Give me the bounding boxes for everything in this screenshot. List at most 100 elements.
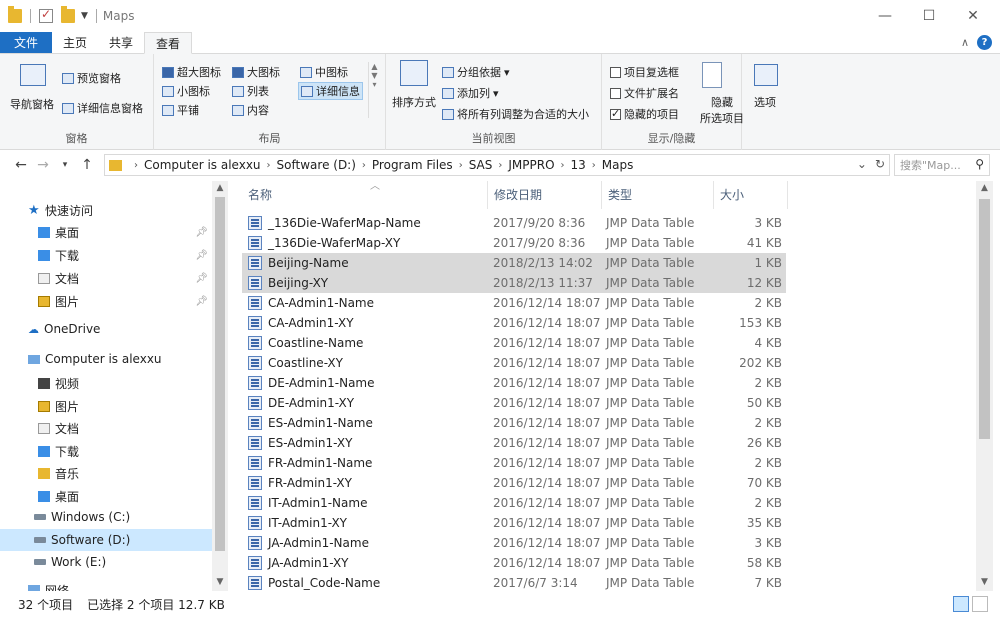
hide-selected-icon[interactable]: [702, 62, 722, 88]
chevron-right-icon[interactable]: ›: [362, 160, 366, 171]
scroll-down-icon[interactable]: ▼: [976, 577, 993, 587]
forward-arrow-icon[interactable]: →: [32, 157, 54, 173]
chevron-right-icon[interactable]: ›: [592, 160, 596, 171]
back-arrow-icon[interactable]: ←: [10, 157, 32, 173]
search-icon[interactable]: ⚲: [975, 157, 984, 171]
pin-icon[interactable]: 📌︎: [195, 273, 208, 284]
nav-pane-button[interactable]: 导航窗格: [10, 96, 54, 112]
nav-documents[interactable]: 文档: [38, 420, 79, 437]
file-extensions-checkbox[interactable]: [610, 87, 621, 99]
nav-network[interactable]: 网络: [28, 582, 69, 591]
address-bar[interactable]: › Computer is alexxu › Software (D:) › P…: [104, 154, 890, 176]
nav-pane-icon[interactable]: [20, 64, 46, 86]
nav-drive-c[interactable]: Windows (C:): [34, 510, 130, 524]
file-row[interactable]: CA-Admin1-Name 2016/12/14 18:07 JMP Data T…: [242, 293, 786, 313]
size-all-columns-button[interactable]: 将所有列调整为合适的大小: [442, 106, 589, 122]
preview-pane-button[interactable]: 预览窗格: [62, 70, 121, 86]
nav-pane-scrollbar[interactable]: ▲ ▼: [212, 181, 228, 591]
search-input[interactable]: 搜索"Map... ⚲: [894, 154, 990, 176]
layout-extra-large-icons[interactable]: 超大图标: [162, 64, 221, 80]
scroll-up-icon[interactable]: ▲: [212, 183, 228, 193]
chevron-right-icon[interactable]: ›: [459, 160, 463, 171]
close-button[interactable]: ✕: [950, 0, 996, 32]
breadcrumb-maps[interactable]: Maps: [602, 158, 634, 172]
chevron-right-icon[interactable]: ›: [267, 160, 271, 171]
nav-qa-downloads[interactable]: 下载 📌︎: [38, 247, 212, 264]
tab-share[interactable]: 共享: [98, 32, 144, 53]
file-row[interactable]: _136Die-WaferMap-Name 2017/9/20 8:36 JMP D…: [242, 213, 786, 233]
nav-scroll-thumb[interactable]: [215, 197, 225, 551]
column-header-type[interactable]: 类型: [602, 181, 714, 209]
item-checkboxes-checkbox[interactable]: [610, 66, 621, 78]
nav-videos[interactable]: 视频: [38, 375, 79, 392]
file-row[interactable]: IT-Admin1-Name 2016/12/14 18:07 JMP Data T…: [242, 493, 786, 513]
tab-home[interactable]: 主页: [52, 32, 98, 53]
item-checkboxes-toggle[interactable]: 项目复选框: [610, 64, 679, 80]
file-row[interactable]: _136Die-WaferMap-XY 2017/9/20 8:36 JMP Dat…: [242, 233, 786, 253]
nav-downloads[interactable]: 下载: [38, 443, 79, 460]
scroll-up-icon[interactable]: ▲: [976, 183, 993, 193]
layout-details[interactable]: 详细信息: [298, 82, 363, 100]
nav-drive-e[interactable]: Work (E:): [34, 555, 106, 569]
sort-by-icon[interactable]: [400, 60, 428, 86]
add-columns-button[interactable]: 添加列 ▾: [442, 85, 499, 101]
layout-large-icons[interactable]: 大图标: [232, 64, 280, 80]
nav-qa-pictures[interactable]: 图片 📌︎: [38, 293, 212, 310]
refresh-icon[interactable]: ↻: [875, 157, 885, 171]
file-row[interactable]: ES-Admin1-Name 2016/12/14 18:07 JMP Data T…: [242, 413, 786, 433]
file-row[interactable]: CA-Admin1-XY 2016/12/14 18:07 JMP Data Tab…: [242, 313, 786, 333]
chevron-right-icon[interactable]: ›: [561, 160, 565, 171]
layout-medium-icons[interactable]: 中图标: [300, 64, 348, 80]
layout-list[interactable]: 列表: [232, 83, 269, 99]
chevron-right-icon[interactable]: ›: [498, 160, 502, 171]
breadcrumb-program-files[interactable]: Program Files: [372, 158, 453, 172]
sort-by-button[interactable]: 排序方式: [392, 94, 436, 110]
layout-small-icons[interactable]: 小图标: [162, 83, 210, 99]
file-row[interactable]: IT-Admin1-XY 2016/12/14 18:07 JMP Data Tab…: [242, 513, 786, 533]
file-row[interactable]: Postal_Code-Name 2017/6/7 3:14 JMP Data Ta…: [242, 573, 786, 591]
file-row[interactable]: Coastline-Name 2016/12/14 18:07 JMP Data T…: [242, 333, 786, 353]
file-list-scroll-thumb[interactable]: [979, 199, 990, 439]
maximize-button[interactable]: ☐: [906, 0, 952, 32]
file-row[interactable]: Beijing-Name 2018/2/13 14:02 JMP Data Tabl…: [242, 253, 786, 273]
breadcrumb-computer[interactable]: Computer is alexxu: [144, 158, 261, 172]
pin-icon[interactable]: 📌︎: [195, 227, 208, 238]
details-view-button[interactable]: [953, 596, 969, 612]
hide-selected-button[interactable]: 隐藏 所选项目: [700, 94, 744, 126]
pin-icon[interactable]: 📌︎: [195, 250, 208, 261]
file-row[interactable]: JA-Admin1-Name 2016/12/14 18:07 JMP Data T…: [242, 533, 786, 553]
column-header-size[interactable]: 大小: [714, 181, 788, 209]
file-row[interactable]: Coastline-XY 2016/12/14 18:07 JMP Data Tab…: [242, 353, 786, 373]
nav-qa-desktop[interactable]: 桌面 📌︎: [38, 224, 212, 241]
tab-view[interactable]: 查看: [144, 32, 193, 54]
file-row[interactable]: FR-Admin1-XY 2016/12/14 18:07 JMP Data Tab…: [242, 473, 786, 493]
address-history-icon[interactable]: ⌄: [857, 157, 867, 171]
layout-gallery-scroll[interactable]: ▲ ▼ ▾: [368, 62, 380, 118]
nav-desktop[interactable]: 桌面: [38, 488, 79, 505]
recent-locations-icon[interactable]: ▾: [54, 160, 76, 170]
file-row[interactable]: Beijing-XY 2018/2/13 11:37 JMP Data Table 1…: [242, 273, 786, 293]
nav-pictures[interactable]: 图片: [38, 398, 79, 415]
large-icons-view-button[interactable]: [972, 596, 988, 612]
file-row[interactable]: FR-Admin1-Name 2016/12/14 18:07 JMP Data T…: [242, 453, 786, 473]
chevron-right-icon[interactable]: ›: [134, 160, 138, 171]
tab-file[interactable]: 文件: [0, 32, 53, 53]
hidden-items-checkbox[interactable]: [610, 107, 621, 120]
breadcrumb-drive-d[interactable]: Software (D:): [277, 158, 356, 172]
file-row[interactable]: JA-Admin1-XY 2016/12/14 18:07 JMP Data Tab…: [242, 553, 786, 573]
nav-quick-access[interactable]: ★ 快速访问: [28, 202, 93, 219]
column-header-date[interactable]: 修改日期: [488, 181, 602, 209]
properties-icon[interactable]: [39, 7, 53, 23]
file-extensions-toggle[interactable]: 文件扩展名: [610, 85, 679, 101]
nav-computer[interactable]: Computer is alexxu: [28, 352, 162, 366]
help-icon[interactable]: ?: [977, 35, 992, 50]
collapse-ribbon-icon[interactable]: ∧: [961, 36, 969, 49]
file-row[interactable]: DE-Admin1-Name 2016/12/14 18:07 JMP Data T…: [242, 373, 786, 393]
nav-drive-d[interactable]: Software (D:): [0, 529, 212, 551]
options-icon[interactable]: [754, 64, 778, 86]
pin-icon[interactable]: 📌︎: [195, 296, 208, 307]
minimize-button[interactable]: —: [862, 0, 908, 32]
breadcrumb-jmppro[interactable]: JMPPRO: [508, 158, 554, 172]
breadcrumb-13[interactable]: 13: [571, 158, 586, 172]
layout-content[interactable]: 内容: [232, 102, 269, 118]
